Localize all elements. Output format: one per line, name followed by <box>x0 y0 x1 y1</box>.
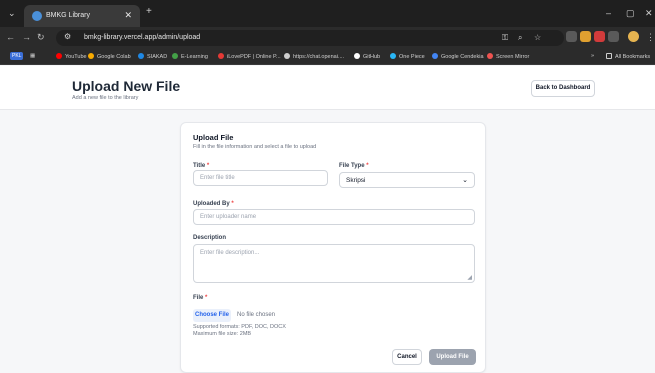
bookmark-github[interactable]: GitHub <box>354 53 380 60</box>
maximize-icon[interactable]: ▢ <box>626 8 635 19</box>
resize-handle-icon[interactable]: ◢ <box>467 274 472 281</box>
page-title: Upload New File <box>72 78 181 94</box>
page-subtitle: Add a new file to the library <box>72 95 139 101</box>
folder-icon <box>606 53 612 59</box>
required-mark: * <box>206 163 210 169</box>
required-mark: * <box>205 295 208 301</box>
close-tab-icon[interactable]: ✕ <box>124 10 132 21</box>
bookmark-ilovepdf[interactable]: iLovePDF | Online P... <box>218 53 281 60</box>
file-type-label: File Type * <box>339 163 369 169</box>
cancel-button[interactable]: Cancel <box>392 349 422 365</box>
browser-tab[interactable]: BMKG Library ✕ <box>24 5 140 27</box>
google-scholar-icon <box>432 53 438 59</box>
chevron-down-icon: ⌄ <box>462 177 468 184</box>
no-file-chosen-text: No file chosen <box>237 312 276 318</box>
bookmark-elearning[interactable]: E-Learning <box>172 53 208 60</box>
title-label: Title * <box>193 163 210 169</box>
bookmarks-bar: PKL ▦ YouTube Google Colab SIAKAD E-Lear… <box>0 49 655 65</box>
bookmark-one-piece[interactable]: One Piece <box>390 53 425 60</box>
apps-grid-icon[interactable]: ▦ <box>30 53 35 59</box>
extensions-puzzle-icon[interactable] <box>608 31 619 42</box>
address-toolbar: ← → ↻ ⚙ bmkg-library.vercel.app/admin/up… <box>0 27 655 49</box>
file-type-value: Skripsi <box>346 177 366 184</box>
bookmark-chatgpt[interactable]: https://chat.openai.... <box>284 53 344 60</box>
profile-avatar[interactable] <box>628 31 639 42</box>
omnibox[interactable]: ⚙ bmkg-library.vercel.app/admin/upload ⚿… <box>56 30 564 46</box>
description-textarea[interactable]: Enter file description... ◢ <box>193 244 475 283</box>
extension-2-icon[interactable] <box>580 31 591 42</box>
upload-file-button[interactable]: Upload File <box>429 349 476 365</box>
browser-tabbar: ⌄ BMKG Library ✕ + – ▢ ✕ <box>0 0 655 27</box>
screen-mirror-icon <box>487 53 493 59</box>
bookmark-google-cendekia[interactable]: Google Cendekia <box>432 53 484 60</box>
bookmark-star-icon[interactable]: ☆ <box>534 33 541 42</box>
minimize-icon[interactable]: – <box>606 8 611 18</box>
forward-arrow-icon[interactable]: → <box>22 32 31 42</box>
close-window-icon[interactable]: ✕ <box>645 8 653 19</box>
bmkg-favicon-icon <box>32 11 42 21</box>
chatgpt-icon <box>284 53 290 59</box>
zoom-icon[interactable]: ⌕ <box>518 33 522 43</box>
bookmark-siakad[interactable]: SIAKAD <box>138 53 167 60</box>
github-icon <box>354 53 360 59</box>
title-input[interactable]: Enter file title <box>193 170 328 186</box>
menu-kebab-icon[interactable]: ⋮ <box>646 32 655 43</box>
file-type-select[interactable]: Skripsi ⌄ <box>339 172 475 188</box>
card-title: Upload File <box>193 133 234 142</box>
required-mark: * <box>366 163 369 169</box>
new-tab-icon[interactable]: + <box>146 6 152 17</box>
bookmark-google-colab[interactable]: Google Colab <box>88 53 131 60</box>
file-label: File * <box>193 295 208 301</box>
bookmark-youtube[interactable]: YouTube <box>56 53 87 60</box>
url-text[interactable]: bmkg-library.vercel.app/admin/upload <box>84 34 200 41</box>
description-placeholder: Enter file description... <box>200 250 260 256</box>
extension-3-icon[interactable] <box>594 31 605 42</box>
ilovepdf-icon <box>218 53 224 59</box>
password-key-icon[interactable]: ⚿ <box>502 33 508 43</box>
siakad-icon <box>138 53 144 59</box>
extension-icon[interactable] <box>566 31 577 42</box>
upload-form-card: Upload File Fill in the file information… <box>180 122 486 373</box>
max-file-size-text: Maximum file size: 2MB <box>193 331 252 337</box>
uploaded-by-label: Uploaded By * <box>193 201 234 207</box>
bookmark-pkl[interactable]: PKL <box>10 52 24 60</box>
page-header: Upload New File Add a new file to the li… <box>0 66 655 110</box>
uploaded-by-input[interactable]: Enter uploader name <box>193 209 475 225</box>
colab-icon <box>88 53 94 59</box>
choose-file-button[interactable]: Choose File <box>193 309 231 322</box>
elearning-icon <box>172 53 178 59</box>
required-mark: * <box>231 201 234 207</box>
bookmarks-overflow[interactable]: » <box>591 53 594 59</box>
tab-search-icon[interactable]: ⌄ <box>8 8 16 19</box>
supported-formats-text: Supported formats: PDF, DOC, DOCX <box>193 324 286 330</box>
description-label: Description <box>193 235 227 241</box>
card-subtitle: Fill in the file information and select … <box>193 144 317 150</box>
tab-title: BMKG Library <box>46 12 90 19</box>
one-piece-icon <box>390 53 396 59</box>
back-to-dashboard-button[interactable]: Back to Dashboard <box>531 80 595 97</box>
all-bookmarks[interactable]: All Bookmarks <box>606 53 650 60</box>
site-info-icon[interactable]: ⚙ <box>64 32 71 41</box>
bookmark-screen-mirror[interactable]: Screen Mirror <box>487 53 529 60</box>
youtube-icon <box>56 53 62 59</box>
reload-icon[interactable]: ↻ <box>37 32 45 43</box>
back-arrow-icon[interactable]: ← <box>6 32 15 42</box>
